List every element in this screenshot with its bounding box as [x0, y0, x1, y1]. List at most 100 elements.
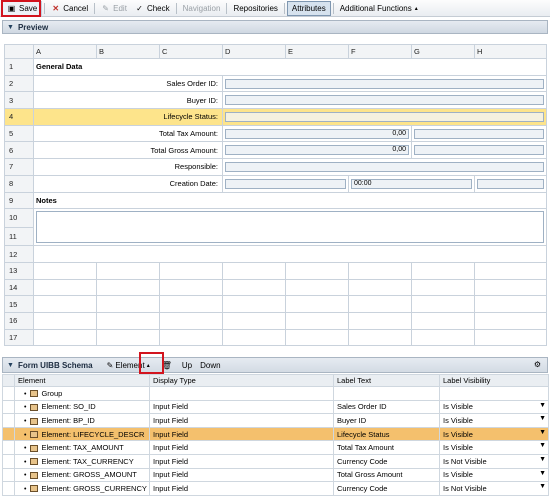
dropdown-arrow-icon: ▼ [539, 442, 546, 450]
repositories-button[interactable]: Repositories [229, 1, 281, 16]
row-selector[interactable] [2, 467, 15, 483]
highlight-box-delete [139, 352, 164, 374]
schema-row[interactable]: • Group [2, 386, 549, 401]
creation-time-field[interactable]: 00:00 [351, 178, 472, 189]
element-cell: • Element: TAX_AMOUNT [14, 440, 150, 455]
row-number: 9 [4, 191, 34, 210]
row-selector[interactable] [2, 453, 15, 469]
schema-row[interactable]: • Element: SO_ID Input Field Sales Order … [2, 399, 549, 415]
schema-row[interactable]: • Element: GROSS_CURRENCY Input Field Cur… [2, 481, 549, 496]
row-number: 15 [4, 295, 34, 313]
grid-row: 15 [4, 295, 547, 313]
lifecycle-status-field[interactable] [225, 111, 544, 122]
schema-row[interactable]: • Element: TAX_CURRENCY Input Field Curre… [2, 453, 549, 469]
visibility-dropdown[interactable]: Is Visible ▼ [439, 426, 549, 442]
edit-button[interactable]: ✎ Edit [97, 1, 131, 16]
dropdown-arrow-icon: ▼ [539, 483, 546, 491]
column-header: B [96, 44, 160, 59]
collapse-triangle-icon[interactable]: ▼ [7, 362, 14, 369]
visibility-dropdown[interactable]: Is Not Visible ▼ [439, 453, 549, 469]
field-label: Total Tax Amount: [33, 124, 223, 143]
grid-row: 13 [4, 261, 547, 280]
notes-textarea[interactable] [36, 211, 544, 244]
check-button[interactable]: ✓ Check [131, 1, 174, 16]
timezone-field[interactable] [477, 178, 544, 189]
row-selector[interactable] [2, 399, 15, 415]
up-button[interactable]: Up [182, 361, 192, 370]
additional-functions-menu[interactable]: Additional Functions ▴ [336, 1, 422, 16]
label-text-cell [333, 386, 440, 401]
display-type-cell: Input Field [149, 453, 334, 469]
highlight-box-save [1, 0, 41, 17]
visibility-dropdown[interactable]: Is Visible ▼ [439, 467, 549, 483]
schema-table: Element Display Type Label Text Label Vi… [2, 374, 549, 496]
total-gross-amount-field[interactable]: 0,00 [225, 145, 409, 156]
preview-panel-header[interactable]: ▼ Preview [2, 20, 548, 34]
field-label: Total Gross Amount: [33, 141, 223, 160]
row-number: 10 [4, 208, 34, 228]
folder-icon [30, 390, 39, 398]
dropdown-arrow-icon: ▼ [539, 469, 546, 477]
grid-row-selected[interactable]: 4 Lifecycle Status: [4, 108, 547, 126]
down-button[interactable]: Down [200, 361, 220, 370]
element-icon [30, 417, 39, 425]
visibility-dropdown[interactable]: Is Visible ▼ [439, 413, 549, 428]
grid-row: 7 Responsible: [4, 158, 547, 176]
element-icon [30, 431, 39, 439]
column-header[interactable]: Display Type [149, 374, 334, 387]
row-selector[interactable] [2, 481, 15, 496]
total-tax-amount-field[interactable]: 0,00 [225, 128, 409, 139]
column-header: F [348, 44, 412, 59]
row-selector[interactable] [2, 386, 15, 401]
column-header[interactable]: Element [14, 374, 150, 387]
visibility-dropdown[interactable]: Is Visible ▼ [439, 440, 549, 455]
personalize-icon[interactable]: ⚙ [534, 360, 541, 369]
element-icon [30, 444, 39, 452]
column-header: D [222, 44, 286, 59]
column-header[interactable]: Label Text [333, 374, 440, 387]
row-number: 4 [4, 108, 34, 126]
row-number: 11 [4, 226, 34, 247]
schema-row[interactable]: • Element: BP_ID Input Field Buyer ID Is … [2, 413, 549, 428]
grid-row: 5 Total Tax Amount: 0,00 [4, 124, 547, 143]
grid-row: 10 [4, 208, 547, 247]
visibility-dropdown[interactable]: Is Not Visible ▼ [439, 481, 549, 496]
tree-bullet-icon: • [24, 431, 27, 439]
grid-row: 16 [4, 311, 547, 330]
column-header: G [411, 44, 475, 59]
schema-row[interactable]: • Element: TAX_AMOUNT Input Field Total T… [2, 440, 549, 455]
row-selector[interactable] [2, 426, 15, 442]
dropdown-arrow-icon: ▼ [539, 428, 546, 436]
gross-currency-field[interactable] [414, 145, 544, 156]
element-icon [30, 458, 39, 466]
element-cell: • Element: GROSS_CURRENCY [14, 481, 150, 496]
tree-bullet-icon: • [24, 472, 27, 480]
display-type-cell: Input Field [149, 440, 334, 455]
buyer-id-field[interactable] [225, 95, 544, 106]
select-all-icon[interactable] [2, 374, 15, 387]
element-cell: • Element: LIFECYCLE_DESCR [14, 426, 150, 442]
row-number: 16 [4, 311, 34, 330]
tax-currency-field[interactable] [414, 128, 544, 139]
visibility-dropdown[interactable]: Is Visible ▼ [439, 399, 549, 415]
row-selector[interactable] [2, 440, 15, 455]
row-selector[interactable] [2, 413, 15, 428]
label-text-cell: Currency Code [333, 481, 440, 496]
tree-bullet-icon: • [24, 445, 27, 453]
column-header: E [285, 44, 349, 59]
schema-row[interactable]: • Element: GROSS_AMOUNT Input Field Total… [2, 467, 549, 483]
element-cell: • Element: BP_ID [14, 413, 150, 428]
menu-arrow-icon: ▴ [414, 5, 418, 12]
cancel-icon: ✕ [52, 3, 60, 13]
add-element-icon: ✎ [106, 360, 114, 370]
tree-bullet-icon: • [24, 485, 27, 493]
navigation-button[interactable]: Navigation [179, 1, 225, 16]
creation-date-field[interactable] [225, 178, 346, 189]
attributes-button[interactable]: Attributes [286, 0, 331, 16]
schema-row-selected[interactable]: • Element: LIFECYCLE_DESCR Input Field Li… [2, 426, 549, 442]
sales-order-id-field[interactable] [225, 78, 544, 89]
column-header[interactable]: Label Visibility [439, 374, 549, 387]
cancel-button[interactable]: ✕ Cancel [47, 1, 92, 16]
responsible-field[interactable] [225, 161, 544, 172]
grid-row: 14 [4, 278, 547, 297]
